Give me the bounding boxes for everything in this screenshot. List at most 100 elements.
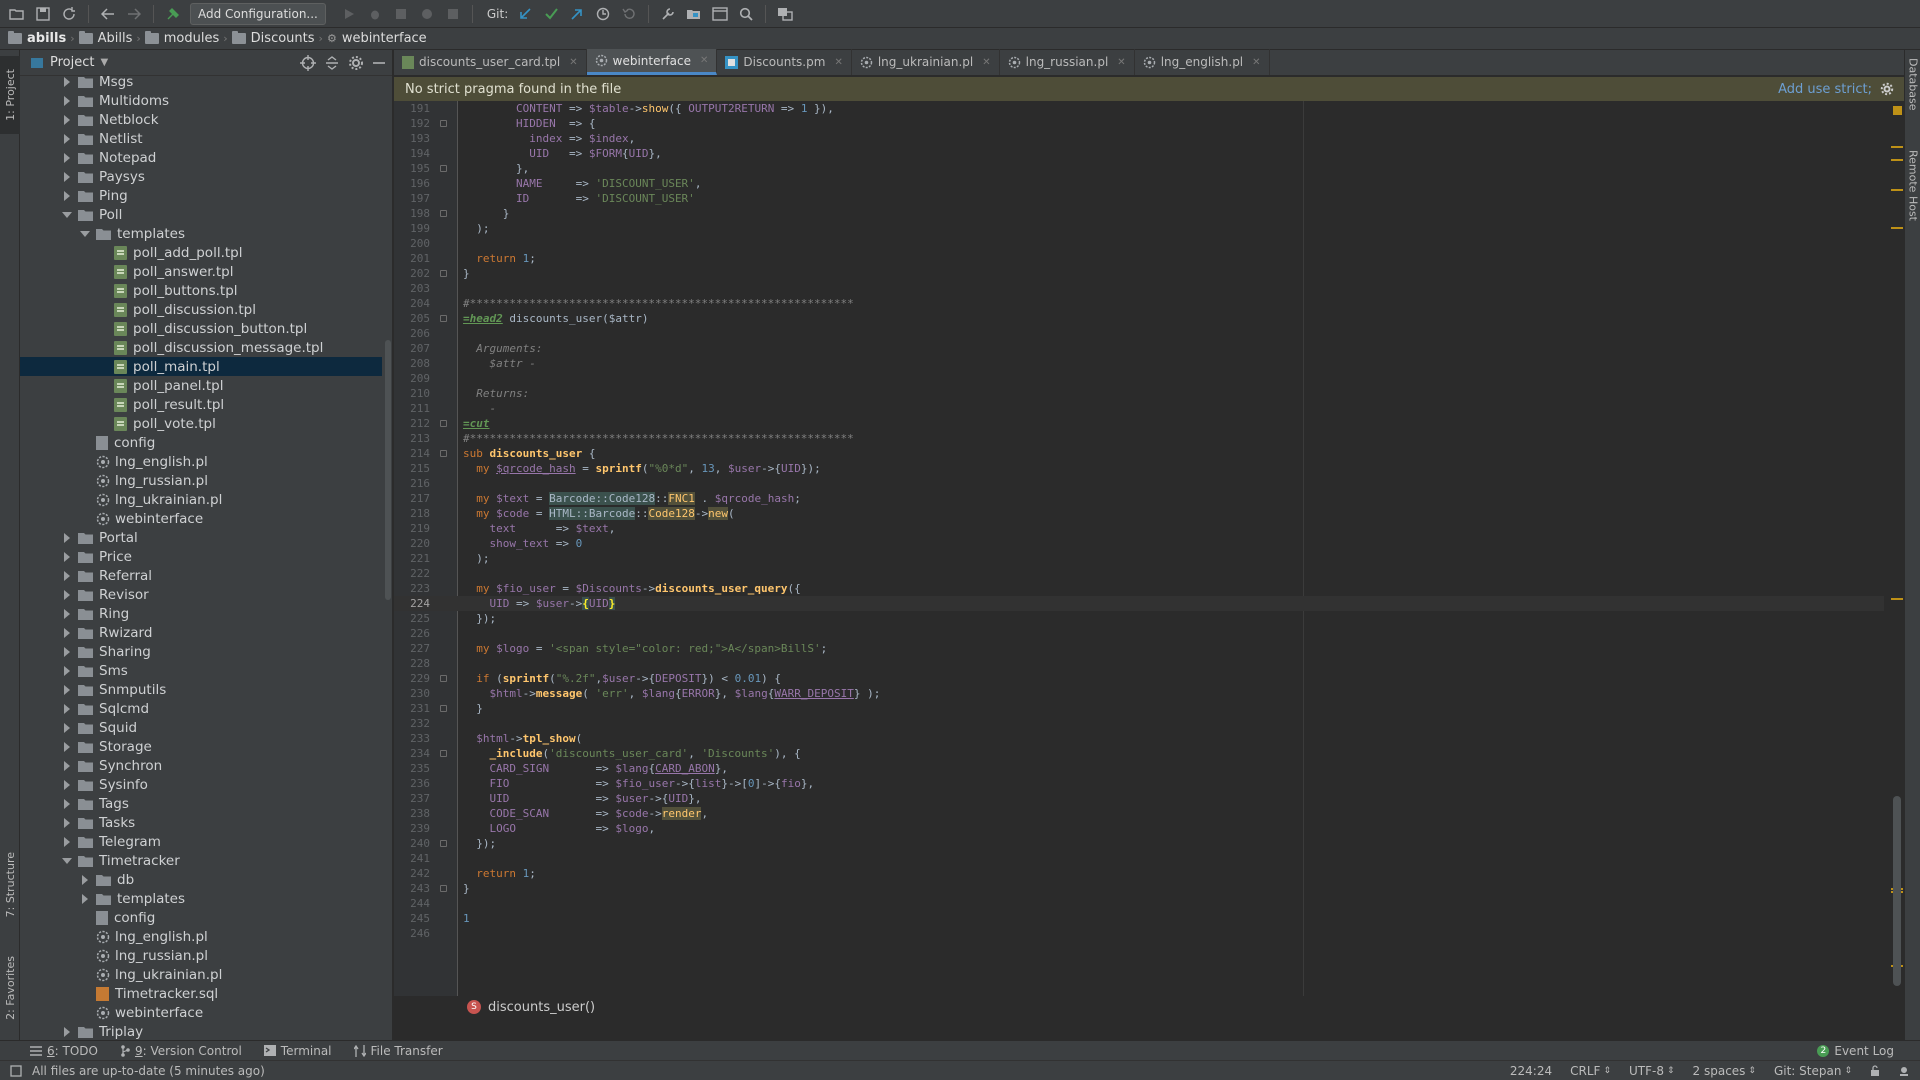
tree-folder-node[interactable]: Snmputils xyxy=(20,680,382,699)
close-tab-icon[interactable]: ✕ xyxy=(1252,57,1260,68)
tree-file-node[interactable]: config xyxy=(20,433,382,452)
fold-marker-icon[interactable] xyxy=(440,450,447,457)
tree-folder-node[interactable]: Triplay xyxy=(20,1022,382,1040)
git-branch-selector[interactable]: Git: Stepan ⇕ xyxy=(1774,1064,1852,1078)
expand-down-triangle-icon[interactable] xyxy=(80,229,90,239)
tree-file-node[interactable]: poll_result.tpl xyxy=(20,395,382,414)
fold-marker-icon[interactable] xyxy=(440,165,447,172)
tool-tab[interactable]: 6: TODO xyxy=(30,1044,98,1058)
fold-marker-icon[interactable] xyxy=(440,750,447,757)
breadcrumb-item[interactable]: Discounts xyxy=(231,31,315,46)
breadcrumb-item[interactable]: Abills xyxy=(78,31,132,46)
tree-file-node[interactable]: poll_discussion.tpl xyxy=(20,300,382,319)
tool-tab[interactable]: 9: Version Control xyxy=(120,1044,242,1058)
editor-tab[interactable]: discounts_user_card.tpl ✕ xyxy=(394,49,587,75)
editor-scrollbar[interactable] xyxy=(1891,101,1904,996)
tree-file-node[interactable]: lng_english.pl xyxy=(20,927,382,946)
forward-arrow-icon[interactable] xyxy=(123,3,145,25)
tree-folder-node[interactable]: Timetracker xyxy=(20,851,382,870)
tree-folder-node[interactable]: Rwizard xyxy=(20,623,382,642)
collapse-right-triangle-icon[interactable] xyxy=(62,779,72,790)
collapse-right-triangle-icon[interactable] xyxy=(62,703,72,714)
fold-marker-icon[interactable] xyxy=(440,420,447,427)
rollback-icon[interactable] xyxy=(618,3,640,25)
collapse-right-triangle-icon[interactable] xyxy=(62,665,72,676)
collapse-right-triangle-icon[interactable] xyxy=(62,532,72,543)
collapse-right-triangle-icon[interactable] xyxy=(80,893,90,904)
tree-file-node[interactable]: lng_ukrainian.pl xyxy=(20,965,382,984)
tab-project[interactable]: 1: Project xyxy=(0,56,20,134)
tree-folder-node[interactable]: Squid xyxy=(20,718,382,737)
caret-position[interactable]: 224:24 xyxy=(1510,1064,1552,1078)
hide-panel-icon[interactable] xyxy=(372,55,386,71)
tree-folder-node[interactable]: Sqlcmd xyxy=(20,699,382,718)
breadcrumb-item[interactable]: abills xyxy=(8,31,66,46)
close-tab-icon[interactable]: ✕ xyxy=(700,55,708,66)
tree-folder-node[interactable]: Netlist xyxy=(20,129,382,148)
collapse-right-triangle-icon[interactable] xyxy=(62,133,72,144)
collapse-right-triangle-icon[interactable] xyxy=(62,76,72,87)
tree-file-node[interactable]: config xyxy=(20,908,382,927)
tree-folder-node[interactable]: Storage xyxy=(20,737,382,756)
collapse-right-triangle-icon[interactable] xyxy=(80,874,90,885)
tree-folder-node[interactable]: Tags xyxy=(20,794,382,813)
build-hammer-icon[interactable] xyxy=(162,3,184,25)
collapse-right-triangle-icon[interactable] xyxy=(62,1026,72,1037)
debug-icon[interactable] xyxy=(364,3,386,25)
tree-folder-node[interactable]: templates xyxy=(20,224,382,243)
collapse-right-triangle-icon[interactable] xyxy=(62,190,72,201)
collapse-right-triangle-icon[interactable] xyxy=(62,798,72,809)
add-use-strict-link[interactable]: Add use strict; xyxy=(1778,82,1904,97)
search-icon[interactable] xyxy=(735,3,757,25)
collapse-right-triangle-icon[interactable] xyxy=(62,836,72,847)
fold-marker-icon[interactable] xyxy=(440,120,447,127)
back-arrow-icon[interactable] xyxy=(97,3,119,25)
project-structure-icon[interactable] xyxy=(683,3,705,25)
editor-tab[interactable]: lng_ukrainian.pl ✕ xyxy=(852,49,1000,75)
collapse-right-triangle-icon[interactable] xyxy=(62,722,72,733)
tree-file-node[interactable]: webinterface xyxy=(20,1003,382,1022)
collapse-right-triangle-icon[interactable] xyxy=(62,817,72,828)
function-breadcrumb[interactable]: S discounts_user() xyxy=(394,996,1904,1018)
tree-folder-node[interactable]: Paysys xyxy=(20,167,382,186)
inspector-icon[interactable] xyxy=(1898,1065,1910,1077)
tree-folder-node[interactable]: Revisor xyxy=(20,585,382,604)
tree-file-node[interactable]: poll_add_poll.tpl xyxy=(20,243,382,262)
lock-icon[interactable] xyxy=(1870,1064,1880,1077)
tree-folder-node[interactable]: Poll xyxy=(20,205,382,224)
git-commit-icon[interactable] xyxy=(540,3,562,25)
profile-icon[interactable] xyxy=(416,3,438,25)
fold-marker-icon[interactable] xyxy=(440,315,447,322)
tree-file-node[interactable]: poll_main.tpl xyxy=(20,357,382,376)
collapse-right-triangle-icon[interactable] xyxy=(62,741,72,752)
collapse-all-icon[interactable] xyxy=(324,55,340,71)
close-tab-icon[interactable]: ✕ xyxy=(834,57,842,68)
tree-folder-node[interactable]: Portal xyxy=(20,528,382,547)
tree-folder-node[interactable]: Multidoms xyxy=(20,91,382,110)
coverage-icon[interactable] xyxy=(390,3,412,25)
close-tab-icon[interactable]: ✕ xyxy=(1117,57,1125,68)
open-folder-icon[interactable] xyxy=(6,3,28,25)
terminal-window-icon[interactable] xyxy=(709,3,731,25)
collapse-right-triangle-icon[interactable] xyxy=(62,570,72,581)
tab-favorites[interactable]: 2: Favorites xyxy=(0,945,20,1030)
view-dropdown-chevron-icon[interactable]: ▼ xyxy=(100,57,108,68)
collapse-right-triangle-icon[interactable] xyxy=(62,114,72,125)
tree-folder-node[interactable]: Price xyxy=(20,547,382,566)
editor-tab[interactable]: webinterface ✕ xyxy=(586,49,718,75)
fold-marker-icon[interactable] xyxy=(440,840,447,847)
collapse-right-triangle-icon[interactable] xyxy=(62,760,72,771)
editor-tab[interactable]: lng_russian.pl ✕ xyxy=(1000,49,1135,75)
tree-file-node[interactable]: lng_russian.pl xyxy=(20,946,382,965)
tree-file-node[interactable]: webinterface xyxy=(20,509,382,528)
tab-remote-host[interactable]: Remote Host xyxy=(1905,150,1920,221)
tool-tab[interactable]: Terminal xyxy=(263,1044,332,1058)
tree-file-node[interactable]: poll_panel.tpl xyxy=(20,376,382,395)
add-configuration-button[interactable]: Add Configuration... xyxy=(190,2,326,25)
tree-folder-node[interactable]: Sms xyxy=(20,661,382,680)
tree-folder-node[interactable]: Notepad xyxy=(20,148,382,167)
collapse-right-triangle-icon[interactable] xyxy=(62,551,72,562)
breadcrumb-item[interactable]: modules xyxy=(144,31,219,46)
tool-tab[interactable]: File Transfer xyxy=(353,1044,443,1058)
collapse-right-triangle-icon[interactable] xyxy=(62,589,72,600)
